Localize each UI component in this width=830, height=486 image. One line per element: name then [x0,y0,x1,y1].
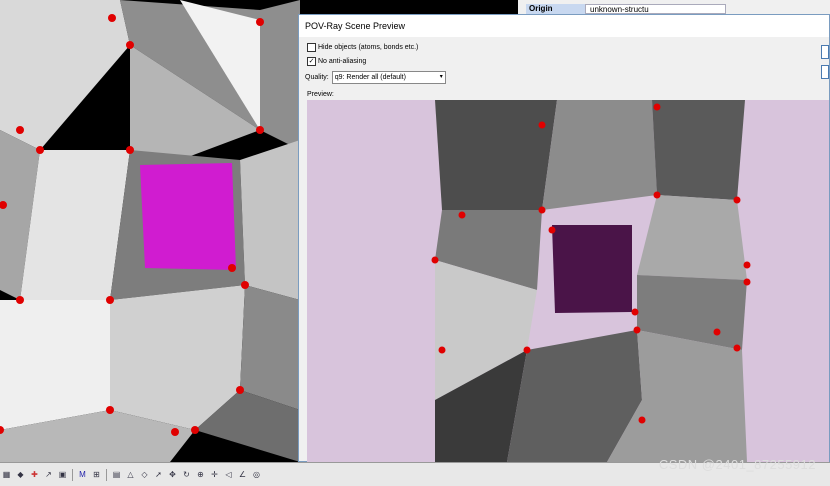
hide-objects-label: Hide objects (atoms, bonds etc.) [318,44,419,51]
origin-key: Origin [526,4,585,14]
center-icon[interactable]: ✛ [210,470,219,479]
quality-row: Quality: q9: Render all (default) ▾ [305,71,446,84]
quality-label: Quality: [305,74,329,81]
structure-viewport[interactable] [0,0,300,462]
dialog-side-button-2[interactable] [821,65,829,79]
watermark: CSDN @2401_87255912 [658,457,816,472]
povray-preview-dialog: POV-Ray Scene Preview Hide objects (atom… [298,14,830,462]
grid-icon[interactable]: ⊞ [92,470,101,479]
zoom-icon[interactable]: ⊕ [196,470,205,479]
cursor-icon[interactable]: ➚ [154,470,163,479]
no-antialiasing-checkbox[interactable]: ✓ [307,57,316,66]
molecule-icon[interactable]: M [78,470,87,479]
measure-icon[interactable]: ∠ [238,470,247,479]
layer-icon[interactable]: ▦ [2,470,11,479]
preview-render [307,100,829,462]
origin-row: Origin unknown-structu [526,4,726,14]
hide-objects-option[interactable]: Hide objects (atoms, bonds etc.) [307,43,418,52]
view-icon[interactable]: ◎ [252,470,261,479]
chevron-down-icon: ▾ [439,74,443,80]
arrow-icon[interactable]: ↗ [44,470,53,479]
tag-icon[interactable]: ◁ [224,470,233,479]
move-icon[interactable]: ✥ [168,470,177,479]
cube-icon[interactable]: ▣ [58,470,67,479]
eraser-icon[interactable]: ◇ [140,470,149,479]
quality-select[interactable]: q9: Render all (default) ▾ [331,71,446,84]
preview-label: Preview: [307,91,334,98]
dialog-title: POV-Ray Scene Preview [299,15,829,37]
chart-icon[interactable]: ▤ [112,470,121,479]
preview-pore-void [552,225,632,313]
toolbar-separator [72,468,73,481]
palette-icon[interactable]: ✚ [30,470,39,479]
hide-objects-checkbox[interactable] [307,43,316,52]
quality-select-value: q9: Render all (default) [334,74,406,81]
no-antialiasing-option[interactable]: ✓ No anti-aliasing [307,57,366,66]
dialog-side-button-1[interactable] [821,45,829,59]
no-antialiasing-label: No anti-aliasing [318,58,367,65]
pore-void [140,163,236,270]
select-icon[interactable]: ◆ [16,470,25,479]
toolbar-separator [106,468,107,481]
origin-value[interactable]: unknown-structu [585,4,726,14]
rotate-icon[interactable]: ↻ [182,470,191,479]
triangle-icon[interactable]: △ [126,470,135,479]
